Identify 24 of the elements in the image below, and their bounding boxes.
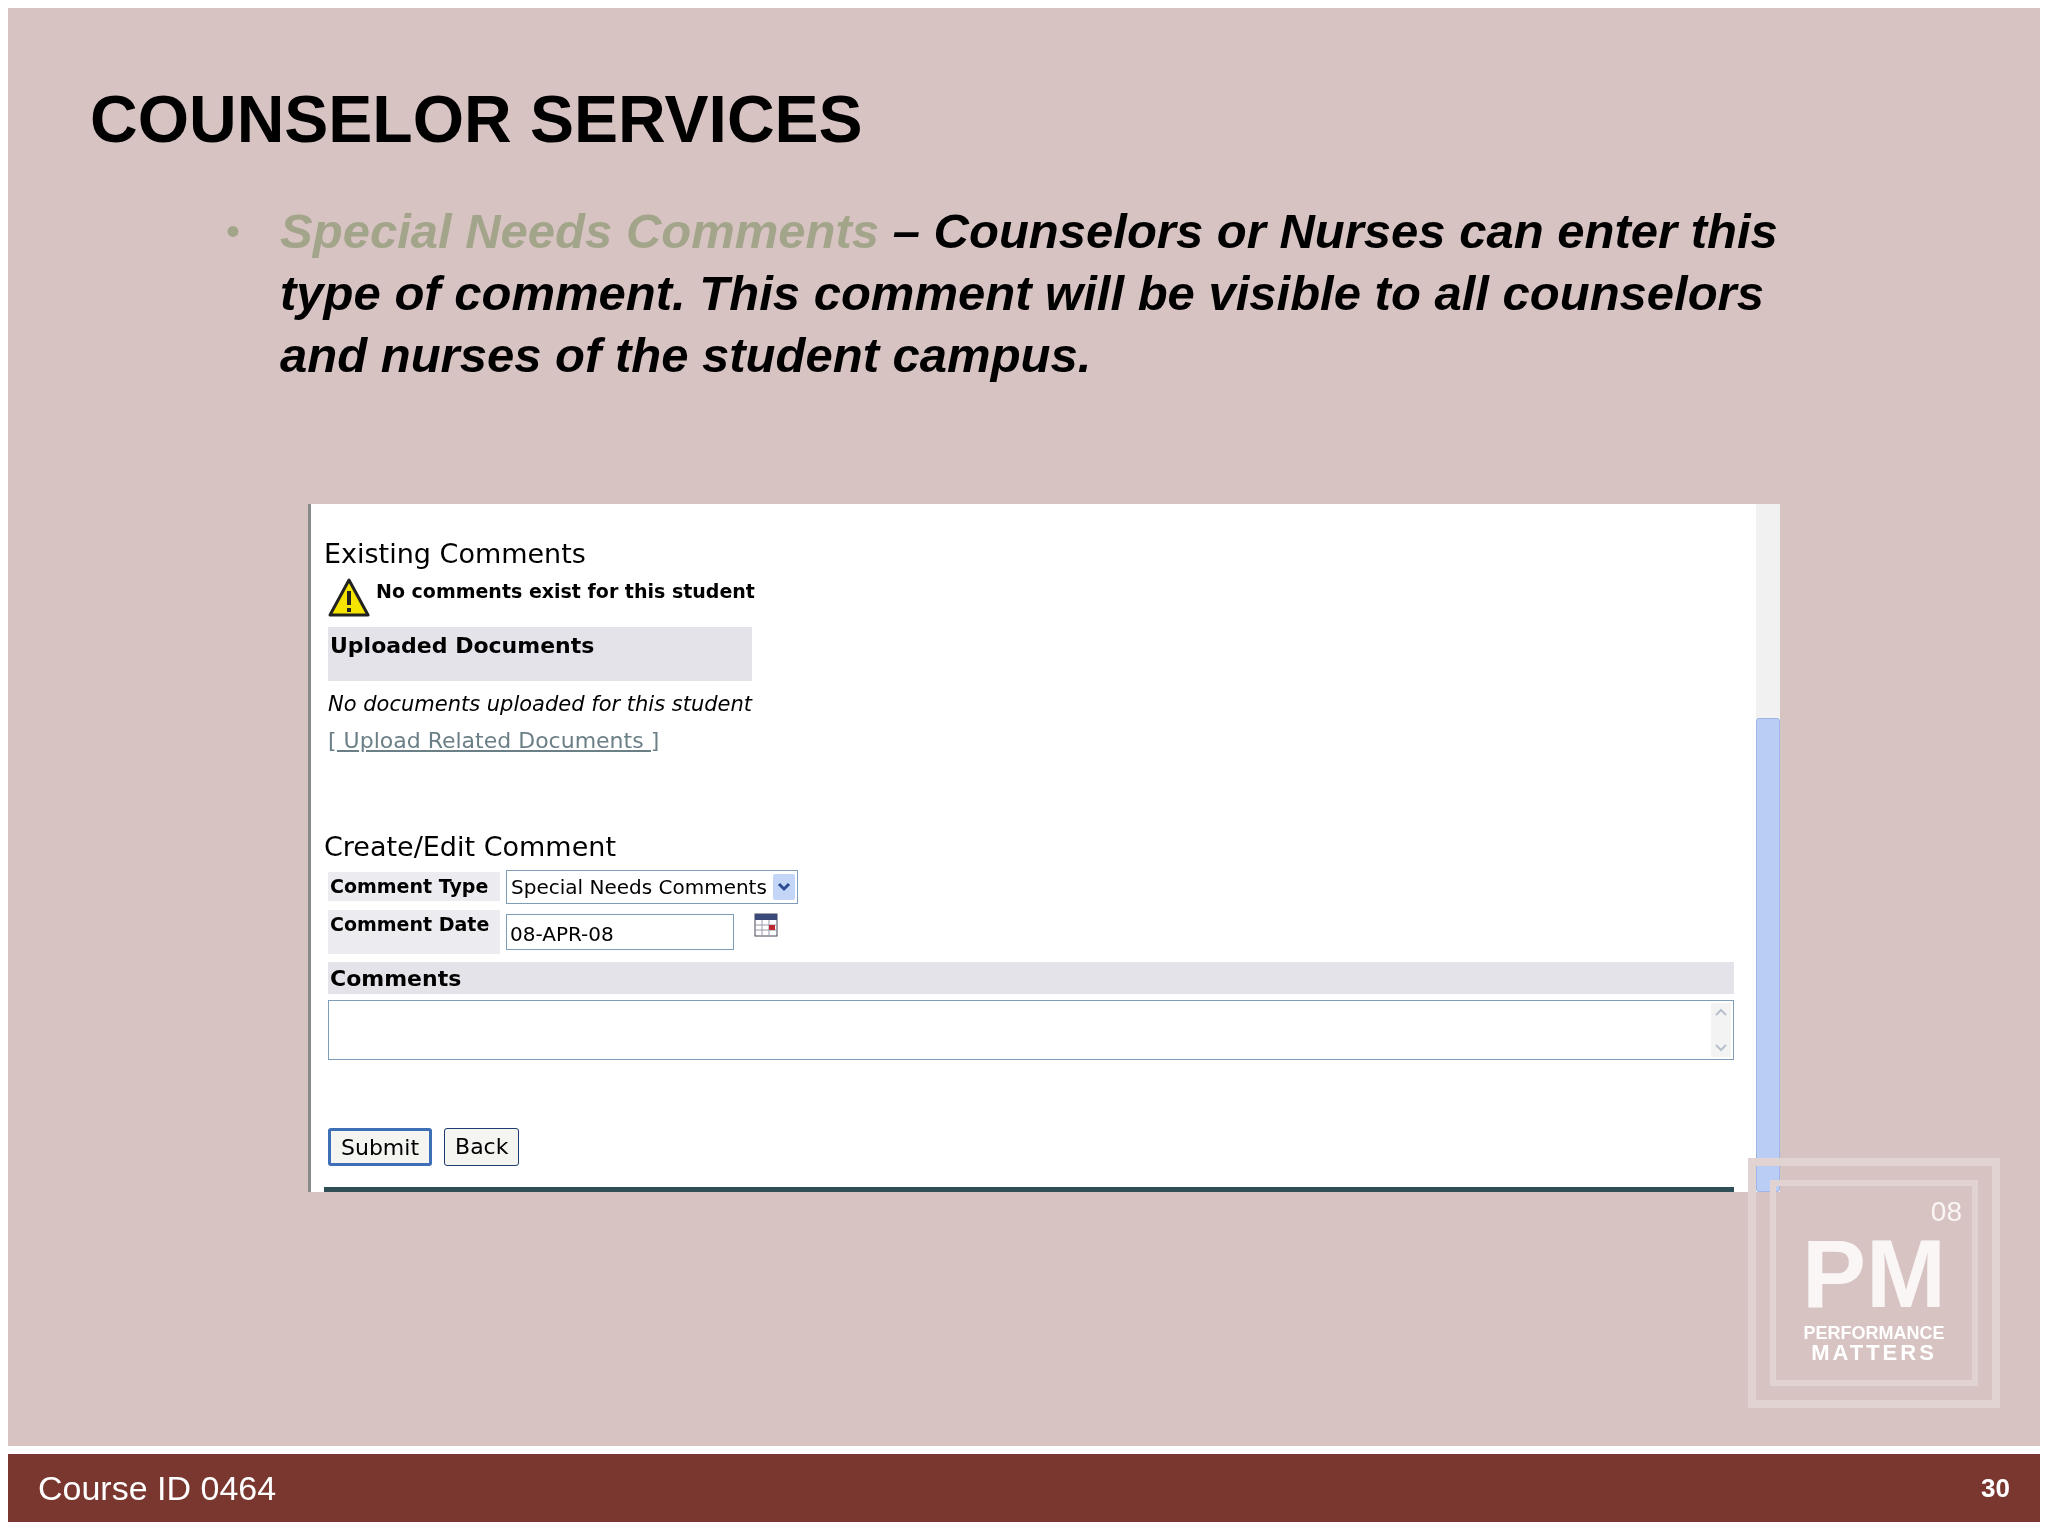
section-header-bar: Uploaded Documents	[328, 626, 752, 681]
section-heading: Create/Edit Comment	[324, 830, 616, 864]
form-button[interactable]: Back	[444, 1127, 520, 1166]
bullet-text: Special Needs Comments – Counselors or Nurses can enter this type of comment. This comment will be visible to all counselors and nurses of the student campus.	[280, 203, 1779, 384]
empty-message: No documents uploaded for this student	[328, 690, 753, 718]
form-button[interactable]: Submit	[328, 1127, 433, 1166]
calendar-icon[interactable]	[754, 912, 778, 937]
page-number: 30	[1981, 1471, 2010, 1505]
dropdown-icon	[772, 873, 795, 900]
field-label: Comment Type	[328, 872, 500, 901]
comments-textarea[interactable]	[328, 999, 1734, 1060]
logo-tagline: MATTERS	[1811, 1342, 1937, 1364]
comment-type-select[interactable]: Special Needs Comments	[506, 869, 798, 904]
upload-link[interactable]: [ Upload Related Documents ]	[328, 724, 660, 757]
logo-tagline: PERFORMANCE	[1803, 1324, 1945, 1342]
section-heading: Existing Comments	[324, 537, 586, 571]
warning-icon	[328, 576, 370, 619]
field-label: Comment Date	[328, 909, 500, 954]
section-header-bar: Comments	[328, 961, 1734, 994]
warning-message: No comments exist for this student	[376, 579, 755, 605]
date-field[interactable]: 08-APR-08	[506, 913, 734, 950]
slide-title: COUNSELOR SERVICES	[90, 86, 863, 152]
bullet-marker: •	[226, 208, 240, 255]
course-id: Course ID 0464	[38, 1467, 277, 1509]
